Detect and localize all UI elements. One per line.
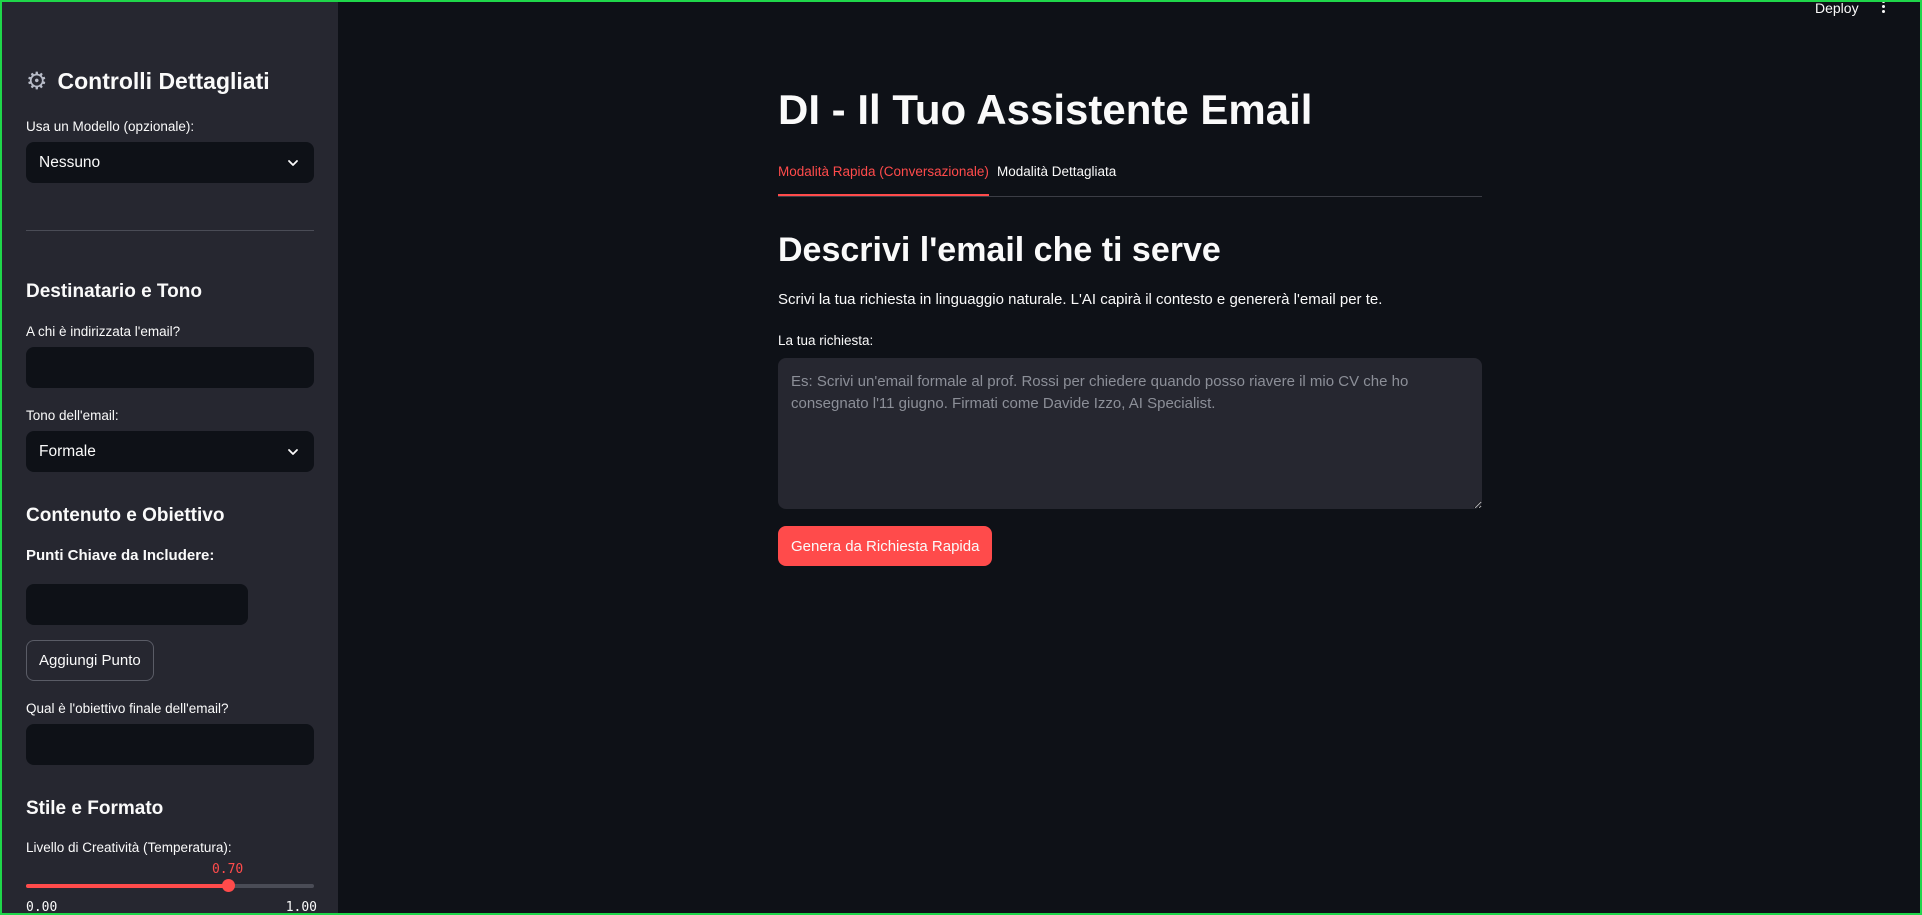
chevron-down-icon [288, 159, 298, 166]
tone-select[interactable]: Formale [26, 431, 314, 472]
tone-select-value: Formale [39, 442, 96, 460]
recipient-label: A chi è indirizzata l'email? [26, 324, 181, 339]
page-title: DI - Il Tuo Assistente Email [778, 86, 1313, 133]
request-textarea[interactable] [778, 358, 1482, 509]
tone-label: Tono dell'email: [26, 408, 119, 423]
section-heading: Descrivi l'email che ti serve [778, 231, 1221, 269]
key-point-input[interactable] [26, 584, 248, 625]
tab-quick-mode[interactable]: Modalità Rapida (Conversazionale) [778, 164, 989, 196]
kebab-menu-icon[interactable] [1878, 0, 1888, 14]
chevron-down-icon [288, 448, 298, 455]
sidebar: ⚙ Controlli Dettagliati Usa un Modello (… [0, 0, 338, 915]
content-section-heading: Contenuto e Obiettivo [26, 505, 225, 526]
style-section-heading: Stile e Formato [26, 798, 164, 819]
creativity-slider-value: 0.70 [211, 862, 244, 877]
goal-label: Qual è l'obiettivo finale dell'email? [26, 701, 229, 716]
template-select-value: Nessuno [39, 153, 101, 171]
gear-icon: ⚙ [26, 67, 48, 95]
creativity-slider[interactable] [26, 879, 314, 892]
template-label: Usa un Modello (opzionale): [26, 119, 195, 134]
goal-input[interactable] [26, 724, 314, 765]
sidebar-title: ⚙ Controlli Dettagliati [26, 68, 270, 95]
recipient-section-heading: Destinatario e Tono [26, 281, 202, 302]
creativity-slider-max: 1.00 [285, 900, 317, 915]
sidebar-divider [26, 230, 314, 231]
description-text: Scrivi la tua richiesta in linguaggio na… [778, 291, 1383, 308]
creativity-slider-fill [26, 884, 228, 888]
creativity-label: Livello di Creatività (Temperatura): [26, 840, 232, 855]
creativity-slider-thumb[interactable] [221, 879, 235, 892]
tab-bar: Modalità Rapida (Conversazionale) Modali… [778, 164, 1482, 197]
key-points-label: Punti Chiave da Includere: [26, 547, 215, 564]
request-label: La tua richiesta: [778, 333, 874, 348]
template-select[interactable]: Nessuno [26, 142, 314, 183]
generate-quick-button[interactable]: Genera da Richiesta Rapida [778, 526, 993, 566]
sidebar-title-text: Controlli Dettagliati [57, 68, 270, 94]
tab-detailed-mode[interactable]: Modalità Dettagliata [997, 164, 1116, 179]
creativity-slider-min: 0.00 [26, 900, 58, 915]
recipient-input[interactable] [26, 347, 314, 388]
add-point-button[interactable]: Aggiungi Punto [26, 640, 154, 681]
deploy-button[interactable]: Deploy [1815, 0, 1859, 16]
